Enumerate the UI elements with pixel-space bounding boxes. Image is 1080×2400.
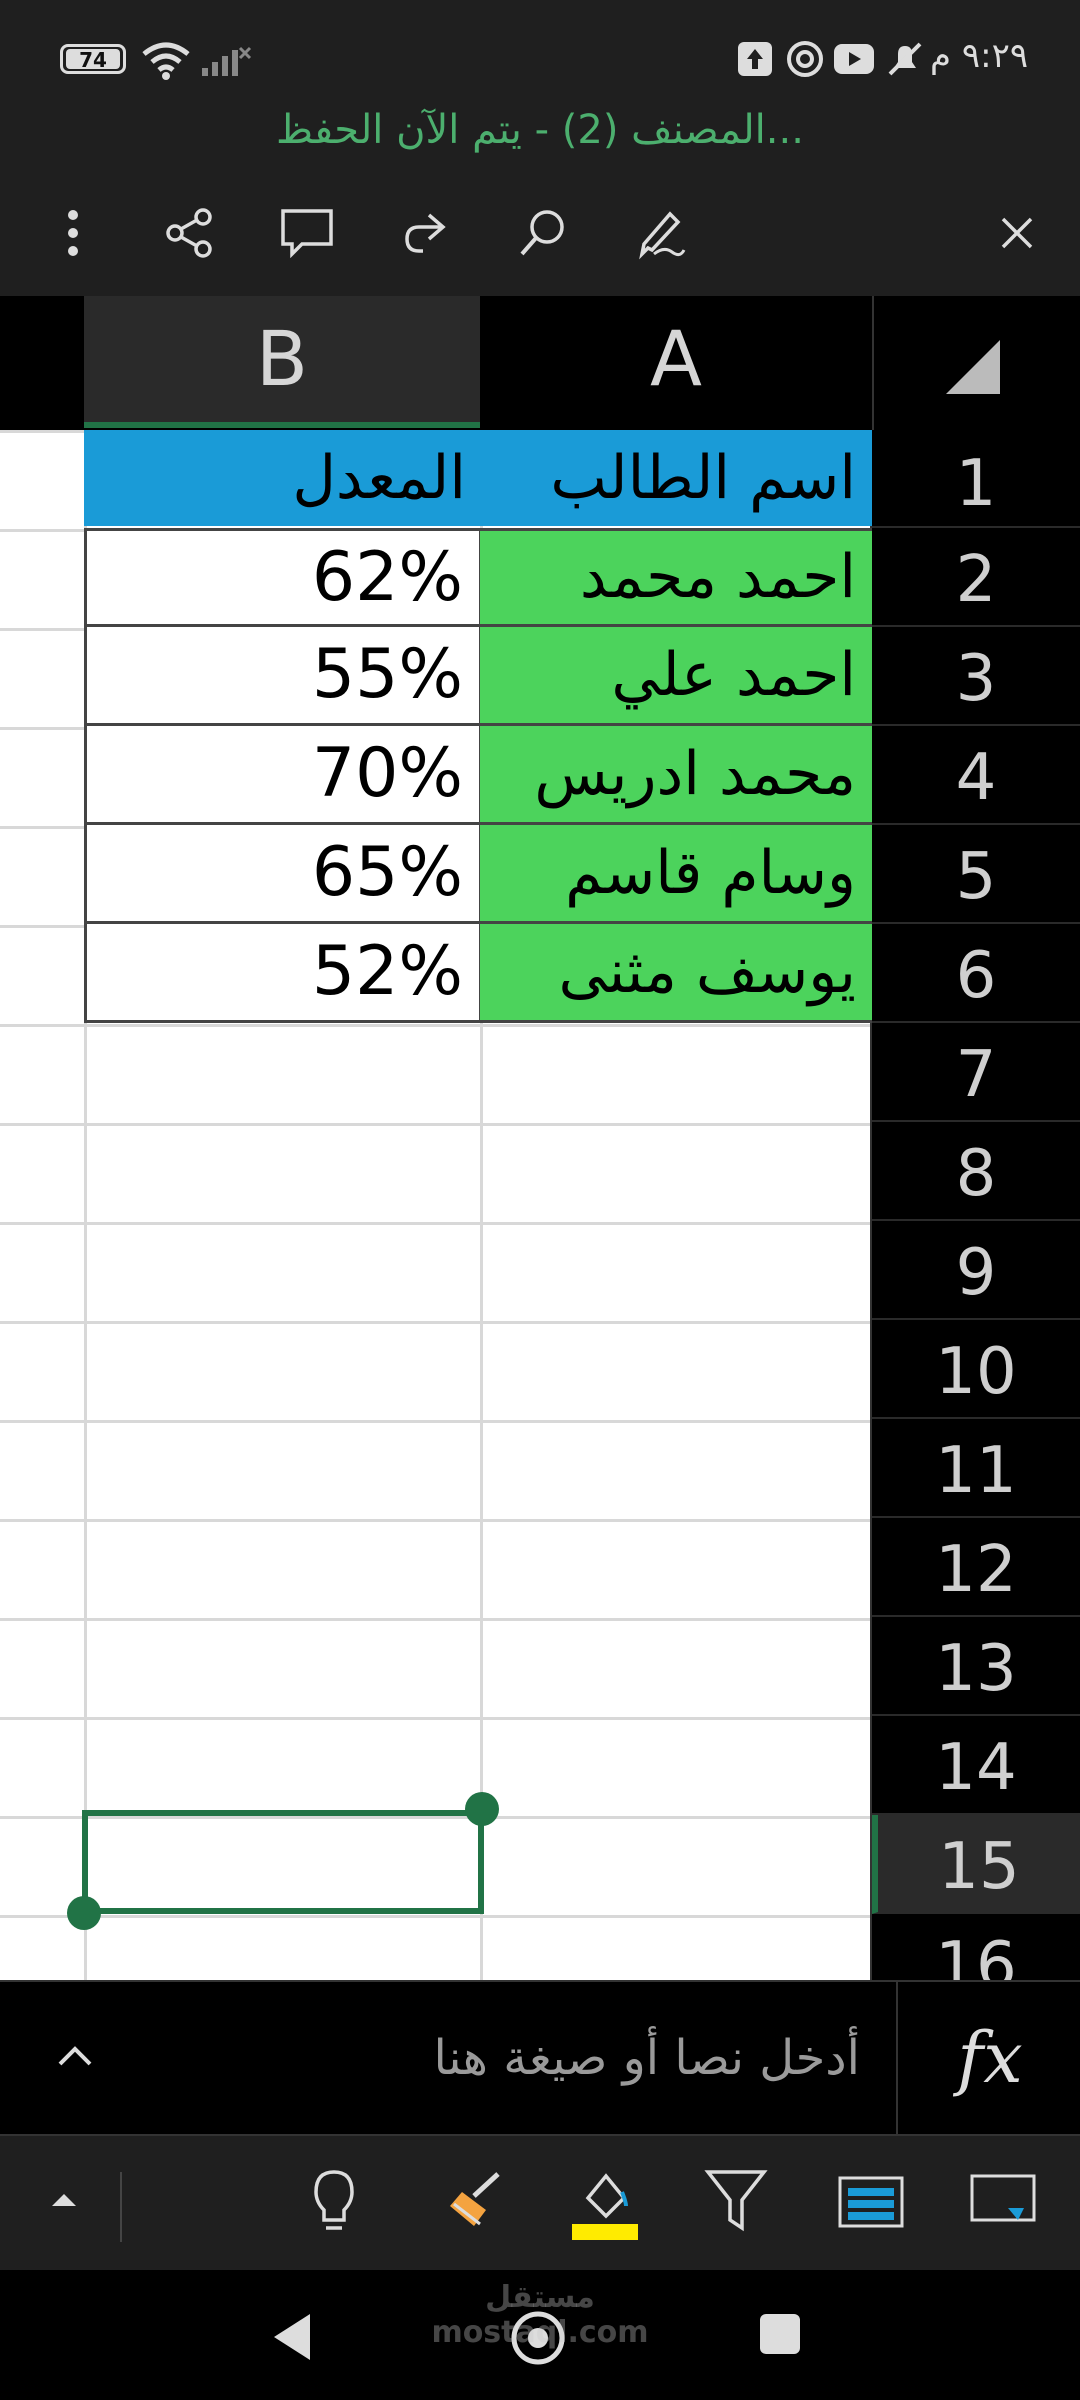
cell-b5[interactable]: 65%: [84, 825, 482, 924]
row-header-7[interactable]: 7: [872, 1023, 1080, 1122]
upload-icon: [738, 42, 772, 76]
comment-box-icon[interactable]: [968, 2168, 1038, 2238]
table-format-icon[interactable]: [836, 2168, 906, 2238]
cell-a4[interactable]: محمد ادريس: [480, 726, 872, 825]
formula-bar: أدخل نصا أو صيغة هنا fx: [0, 1980, 1080, 2136]
watermark: مستقل mostaql.com: [431, 2280, 649, 2350]
row-header-9[interactable]: 9: [872, 1221, 1080, 1320]
row-header-8[interactable]: 8: [872, 1122, 1080, 1221]
document-title: المصنف (2) - يتم الآن الحفظ...: [276, 107, 804, 153]
selection-handle-bottom[interactable]: [67, 1896, 101, 1930]
select-all-corner[interactable]: [872, 296, 1080, 430]
signal-icon: [200, 44, 252, 82]
formula-input[interactable]: أدخل نصا أو صيغة هنا: [150, 1982, 860, 2134]
expand-chevron-icon[interactable]: [40, 2022, 110, 2092]
cell-a2[interactable]: احمد محمد: [480, 528, 872, 627]
battery-indicator: 74: [60, 44, 126, 74]
youtube-icon: [834, 44, 874, 74]
more-options-icon[interactable]: [38, 198, 108, 268]
top-toolbar: [0, 170, 1080, 296]
cell-a6[interactable]: يوسف مثنى: [480, 924, 872, 1023]
row-header-5[interactable]: 5: [872, 825, 1080, 924]
fill-color-icon[interactable]: [570, 2162, 640, 2246]
row-header-6[interactable]: 6: [872, 924, 1080, 1023]
filter-icon[interactable]: [704, 2166, 768, 2240]
row-header-12[interactable]: 12: [872, 1518, 1080, 1617]
battery-level: 74: [66, 49, 120, 71]
selection-handle-top[interactable]: [465, 1792, 499, 1826]
expand-toolbar-icon[interactable]: [40, 2176, 88, 2224]
column-header-b[interactable]: B: [84, 296, 480, 428]
bottom-toolbar: [0, 2136, 1080, 2270]
redo-icon[interactable]: [390, 198, 460, 268]
row-header-1[interactable]: 1: [872, 430, 1080, 528]
cell-a5[interactable]: وسام قاسم: [480, 825, 872, 924]
cell-b4[interactable]: 70%: [84, 726, 482, 825]
column-header-a[interactable]: A: [482, 296, 870, 422]
back-icon[interactable]: [268, 2310, 318, 2368]
status-bar: 74 ٩:٢٩ م: [0, 0, 1080, 100]
lightbulb-icon[interactable]: [304, 2166, 364, 2240]
row-header-13[interactable]: 13: [872, 1617, 1080, 1716]
cell-b3[interactable]: 55%: [84, 627, 482, 726]
row-header-16[interactable]: 16: [872, 1914, 1080, 1980]
row-header-11[interactable]: 11: [872, 1419, 1080, 1518]
row-header-4[interactable]: 4: [872, 726, 1080, 825]
cell-a1[interactable]: اسم الطالب: [482, 430, 872, 526]
draw-pen-icon[interactable]: [626, 198, 696, 268]
spreadsheet-grid[interactable]: B A المعدل اسم الطالب 62% احمد محمد 55% …: [0, 296, 1080, 1980]
system-navigation-bar: مستقل mostaql.com: [0, 2270, 1080, 2400]
row-header-2[interactable]: 2: [872, 528, 1080, 627]
cell-b1[interactable]: المعدل: [84, 430, 482, 526]
share-icon[interactable]: [154, 198, 224, 268]
row-header-15[interactable]: 15: [872, 1815, 1080, 1914]
row-header-10[interactable]: 10: [872, 1320, 1080, 1419]
cell-b6[interactable]: 52%: [84, 924, 482, 1023]
comment-icon[interactable]: [272, 198, 342, 268]
wifi-icon: [140, 40, 192, 84]
cell-b2[interactable]: 62%: [84, 528, 482, 627]
row-header-3[interactable]: 3: [872, 627, 1080, 726]
selected-cell-b15[interactable]: [82, 1810, 484, 1914]
row-header-14[interactable]: 14: [872, 1716, 1080, 1815]
search-icon[interactable]: [508, 198, 578, 268]
close-icon[interactable]: [982, 198, 1052, 268]
mute-icon: [884, 38, 926, 84]
column-header-bar: B A: [0, 296, 1080, 430]
clock: ٩:٢٩ م: [930, 36, 1029, 76]
recents-icon[interactable]: [760, 2314, 800, 2354]
fx-icon[interactable]: fx: [900, 1982, 1080, 2134]
cell-a3[interactable]: احمد علي: [480, 627, 872, 726]
chatgpt-icon: [784, 38, 826, 84]
format-painter-icon[interactable]: [440, 2166, 510, 2240]
